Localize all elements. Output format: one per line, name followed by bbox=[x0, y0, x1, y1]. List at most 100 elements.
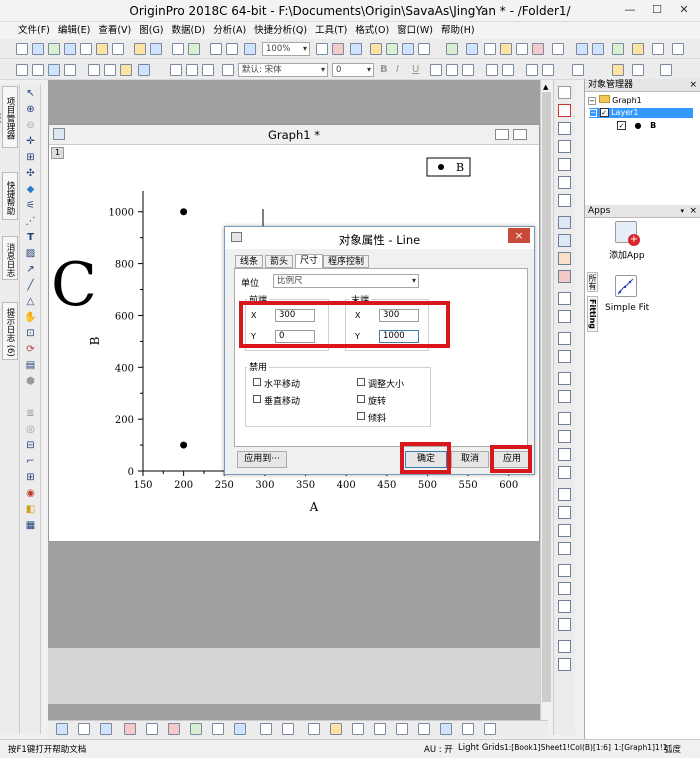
mask-icon[interactable] bbox=[532, 43, 544, 55]
record-icon[interactable]: ◉ bbox=[24, 487, 37, 500]
menu-tools[interactable]: 工具(T) bbox=[311, 22, 351, 39]
vertical-move-checkbox[interactable] bbox=[253, 395, 261, 403]
refresh-icon[interactable] bbox=[226, 43, 238, 55]
polar-plot-icon[interactable] bbox=[212, 723, 224, 735]
ok-button[interactable]: 确定 bbox=[405, 451, 447, 468]
new-notes-icon[interactable] bbox=[112, 43, 124, 55]
save-icon[interactable] bbox=[150, 43, 162, 55]
new-graph-icon[interactable] bbox=[64, 43, 76, 55]
polygon-tool-icon[interactable]: △ bbox=[24, 295, 37, 308]
underline-icon[interactable]: U bbox=[412, 64, 424, 76]
plot-setup-icon[interactable] bbox=[120, 64, 132, 76]
line-symbol-icon[interactable] bbox=[100, 723, 112, 735]
worksheet-icon[interactable] bbox=[48, 64, 60, 76]
sort-icon[interactable] bbox=[88, 64, 100, 76]
vector-icon[interactable] bbox=[396, 723, 408, 735]
timestamp-icon[interactable] bbox=[672, 43, 684, 55]
apply-button[interactable]: 应用 bbox=[493, 451, 531, 468]
menu-help[interactable]: 帮助(H) bbox=[437, 22, 479, 39]
superscript-icon[interactable] bbox=[430, 64, 442, 76]
font-size-select[interactable]: 0 bbox=[332, 63, 374, 77]
skew-checkbox[interactable] bbox=[357, 412, 365, 420]
menu-window[interactable]: 窗口(W) bbox=[393, 22, 437, 39]
template-icon[interactable] bbox=[308, 723, 320, 735]
start-x-field[interactable]: 300 bbox=[275, 309, 315, 322]
grid-icon[interactable] bbox=[516, 43, 528, 55]
print-icon[interactable] bbox=[316, 43, 328, 55]
copy-icon[interactable] bbox=[186, 64, 198, 76]
pointer-icon[interactable]: ↖ bbox=[24, 87, 37, 100]
merge-icon[interactable] bbox=[558, 194, 571, 207]
unit-select[interactable]: 比例尺 bbox=[273, 274, 419, 288]
font-select[interactable]: 默认: 宋体 bbox=[238, 63, 328, 77]
rect-tool-icon[interactable]: ▨ bbox=[24, 247, 37, 260]
special-plot-icon[interactable] bbox=[462, 723, 474, 735]
data-reader-icon[interactable] bbox=[466, 43, 478, 55]
tab-programming[interactable]: 程序控制 bbox=[323, 255, 370, 268]
status-grids[interactable]: Light Grids bbox=[458, 743, 504, 753]
add-xx-icon[interactable] bbox=[558, 140, 571, 153]
copy-page-icon[interactable] bbox=[350, 43, 362, 55]
pan-icon[interactable]: ✋ bbox=[24, 311, 37, 324]
add-axis-icon[interactable] bbox=[558, 104, 571, 117]
new-layer-icon[interactable] bbox=[558, 216, 571, 229]
add-app-icon[interactable]: + bbox=[615, 221, 640, 246]
inset-icon[interactable] bbox=[558, 292, 571, 305]
italic-icon[interactable]: I bbox=[396, 64, 408, 76]
same-height-icon[interactable] bbox=[558, 658, 571, 671]
menu-view[interactable]: 查看(V) bbox=[94, 22, 135, 39]
menu-quick-analysis[interactable]: 快捷分析(Q) bbox=[250, 22, 311, 39]
menu-file[interactable]: 文件(F) bbox=[14, 22, 54, 39]
end-y-field[interactable]: 1000 bbox=[379, 330, 419, 343]
new-project-icon[interactable] bbox=[16, 43, 28, 55]
resize-checkbox[interactable] bbox=[357, 378, 365, 386]
histogram-icon[interactable] bbox=[282, 723, 294, 735]
menu-edit[interactable]: 编辑(E) bbox=[54, 22, 94, 39]
backward-icon[interactable] bbox=[558, 466, 571, 479]
area-plot-icon[interactable] bbox=[168, 723, 180, 735]
plot-icon[interactable] bbox=[138, 64, 150, 76]
tree-layer[interactable]: − ✓ Layer1 bbox=[589, 108, 693, 118]
layer-tool-icon[interactable]: ▤ bbox=[24, 359, 37, 372]
swap-axes-icon[interactable] bbox=[558, 158, 571, 171]
box-plot-icon[interactable] bbox=[260, 723, 272, 735]
link-icon[interactable] bbox=[558, 372, 571, 385]
import-wizard-icon[interactable] bbox=[188, 43, 200, 55]
menu-format[interactable]: 格式(O) bbox=[351, 22, 393, 39]
align-bottom-icon[interactable] bbox=[558, 582, 571, 595]
recalculate-icon[interactable] bbox=[210, 43, 222, 55]
menu-data[interactable]: 数据(D) bbox=[168, 22, 210, 39]
graph-maximize-icon[interactable] bbox=[513, 129, 527, 140]
fill-color-icon[interactable] bbox=[612, 64, 624, 76]
symbol-size-icon[interactable] bbox=[660, 64, 672, 76]
align-top-icon[interactable] bbox=[558, 564, 571, 577]
apps-pin-icon[interactable]: ▾ bbox=[680, 205, 684, 218]
horizontal-move-checkbox[interactable] bbox=[253, 378, 261, 386]
status-au[interactable]: AU : 开 bbox=[424, 743, 453, 755]
screen-reader-icon[interactable]: ✛ bbox=[24, 135, 37, 148]
shape-icon[interactable]: ⬢ bbox=[24, 375, 37, 388]
tab-line[interactable]: 线条 bbox=[235, 255, 264, 268]
minimize-icon[interactable]: — bbox=[620, 2, 640, 18]
distribute-icon[interactable]: ◎ bbox=[24, 423, 37, 436]
open-icon[interactable] bbox=[134, 43, 146, 55]
color-map-icon[interactable]: ◧ bbox=[24, 503, 37, 516]
object-icon[interactable]: ⊟ bbox=[24, 439, 37, 452]
column-plot-icon[interactable] bbox=[124, 723, 136, 735]
align-vertical-icon[interactable] bbox=[558, 600, 571, 613]
line-style-icon[interactable] bbox=[572, 64, 584, 76]
align-left-icon[interactable] bbox=[558, 524, 571, 537]
data-select-icon[interactable]: ⋰ bbox=[24, 215, 37, 228]
pattern-icon[interactable] bbox=[632, 64, 644, 76]
new-function-icon[interactable] bbox=[80, 43, 92, 55]
code-builder-icon[interactable] bbox=[418, 43, 430, 55]
ternary-icon[interactable] bbox=[374, 723, 386, 735]
apply-to-button[interactable]: 应用到··· bbox=[237, 451, 287, 468]
scroll-thumb[interactable] bbox=[542, 92, 551, 702]
tree-graph[interactable]: − Graph1 bbox=[588, 95, 642, 106]
grid-tool-icon[interactable]: ▦ bbox=[24, 519, 37, 532]
legend-icon[interactable] bbox=[652, 43, 664, 55]
cut-icon[interactable] bbox=[170, 64, 182, 76]
column-icon[interactable] bbox=[32, 64, 44, 76]
status-angle-unit[interactable]: 弧度 bbox=[664, 743, 681, 755]
